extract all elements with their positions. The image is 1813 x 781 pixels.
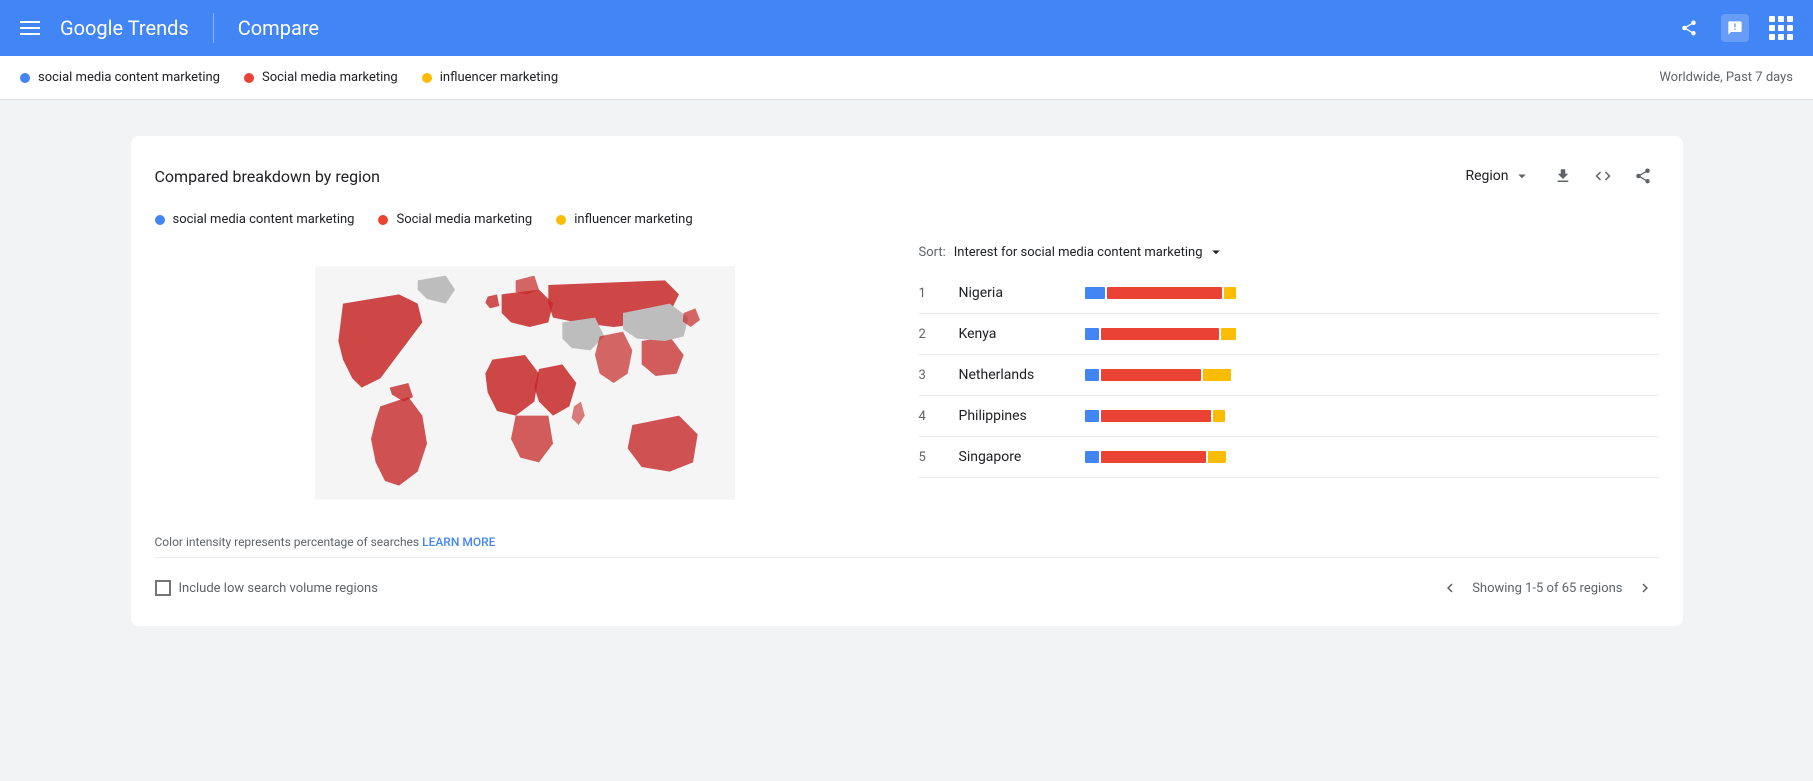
header-divider xyxy=(213,13,214,43)
legend-bar: social media content marketing Social me… xyxy=(0,56,1813,100)
legend-label-1: social media content marketing xyxy=(38,70,220,85)
card-legend-dot-1 xyxy=(155,215,165,225)
pagination-text: Showing 1-5 of 65 regions xyxy=(1472,581,1622,596)
legend-dot-3 xyxy=(422,73,432,83)
card-legend: social media content marketing Social me… xyxy=(155,212,1659,227)
sort-row: Sort: Interest for social media content … xyxy=(919,243,1659,261)
sort-chevron-icon xyxy=(1207,243,1225,261)
learn-more-link[interactable]: LEARN MORE xyxy=(422,535,495,549)
legend-label-2: Social media marketing xyxy=(262,70,398,85)
sort-select[interactable]: Interest for social media content market… xyxy=(954,243,1225,261)
card-legend-label-1: social media content marketing xyxy=(173,212,355,227)
country-singapore: Singapore xyxy=(959,449,1069,465)
country-kenya: Kenya xyxy=(959,326,1069,342)
region-table: 1 Nigeria 2 Kenya 3 Netherlands 4 Philippines 5 S… xyxy=(919,273,1659,478)
filter-label: Worldwide, Past 7 days xyxy=(1659,70,1793,85)
map-container xyxy=(155,243,895,523)
card-legend-label-2: Social media marketing xyxy=(396,212,532,227)
blue-bar xyxy=(1085,287,1105,299)
region-row-1: 1 Nigeria xyxy=(919,273,1659,314)
yellow-bar xyxy=(1224,287,1236,299)
card-legend-item-3: influencer marketing xyxy=(556,212,692,227)
yellow-bar xyxy=(1208,451,1226,463)
yellow-bar xyxy=(1213,410,1225,422)
breakdown-card: Compared breakdown by region Region xyxy=(131,136,1683,626)
share-icon[interactable] xyxy=(1673,12,1705,44)
country-netherlands: Netherlands xyxy=(959,367,1069,383)
checkbox-label: Include low search volume regions xyxy=(179,581,378,596)
chevron-down-icon xyxy=(1513,167,1531,185)
pagination: Showing 1-5 of 65 regions xyxy=(1436,574,1658,602)
region-select[interactable]: Region xyxy=(1457,163,1538,189)
card-legend-dot-2 xyxy=(378,215,388,225)
header-actions xyxy=(1673,12,1797,44)
world-map xyxy=(315,253,735,513)
legend-label-3: influencer marketing xyxy=(440,70,558,85)
header: Google Trends Compare xyxy=(0,0,1813,56)
table-area: Sort: Interest for social media content … xyxy=(919,243,1659,549)
feedback-icon[interactable] xyxy=(1721,14,1749,42)
download-icon[interactable] xyxy=(1547,160,1579,192)
region-row-4: 4 Philippines xyxy=(919,396,1659,437)
legend-item-1: social media content marketing xyxy=(20,70,220,85)
legend-item-2: Social media marketing xyxy=(244,70,398,85)
map-area: Color intensity represents percentage of… xyxy=(155,243,895,549)
logo-text: Google Trends xyxy=(60,16,189,40)
apps-icon[interactable] xyxy=(1765,12,1797,44)
next-page-button[interactable] xyxy=(1631,574,1659,602)
card-legend-item-1: social media content marketing xyxy=(155,212,355,227)
bar-container-philippines xyxy=(1085,410,1659,422)
yellow-bar xyxy=(1203,369,1231,381)
card-footer: Include low search volume regions Showin… xyxy=(155,557,1659,602)
checkbox-area: Include low search volume regions xyxy=(155,580,378,596)
legend-dot-1 xyxy=(20,73,30,83)
region-label: Region xyxy=(1465,168,1508,184)
red-bar xyxy=(1101,369,1201,381)
country-nigeria: Nigeria xyxy=(959,285,1069,301)
red-bar xyxy=(1107,287,1222,299)
bar-container-netherlands xyxy=(1085,369,1659,381)
rank-3: 3 xyxy=(919,368,943,383)
region-row-2: 2 Kenya xyxy=(919,314,1659,355)
region-row-5: 5 Singapore xyxy=(919,437,1659,478)
card-legend-item-2: Social media marketing xyxy=(378,212,532,227)
card-actions: Region xyxy=(1457,160,1658,192)
rank-5: 5 xyxy=(919,450,943,465)
rank-4: 4 xyxy=(919,409,943,424)
legend-dot-2 xyxy=(244,73,254,83)
rank-2: 2 xyxy=(919,327,943,342)
card-legend-dot-3 xyxy=(556,215,566,225)
menu-icon[interactable] xyxy=(16,17,44,39)
share-card-icon[interactable] xyxy=(1627,160,1659,192)
compare-title: Compare xyxy=(238,16,319,40)
red-bar xyxy=(1101,451,1206,463)
embed-icon[interactable] xyxy=(1587,160,1619,192)
blue-bar xyxy=(1085,451,1099,463)
sort-label: Sort: xyxy=(919,245,946,260)
region-row-3: 3 Netherlands xyxy=(919,355,1659,396)
card-header: Compared breakdown by region Region xyxy=(155,160,1659,192)
sort-value: Interest for social media content market… xyxy=(954,245,1203,260)
card-legend-label-3: influencer marketing xyxy=(574,212,692,227)
yellow-bar xyxy=(1221,328,1236,340)
rank-1: 1 xyxy=(919,286,943,301)
map-note: Color intensity represents percentage of… xyxy=(155,535,895,549)
content-area: Color intensity represents percentage of… xyxy=(155,243,1659,549)
low-volume-checkbox[interactable] xyxy=(155,580,171,596)
logo: Google Trends xyxy=(60,16,189,40)
country-philippines: Philippines xyxy=(959,408,1069,424)
blue-bar xyxy=(1085,410,1099,422)
bar-container-singapore xyxy=(1085,451,1659,463)
main-content: Compared breakdown by region Region xyxy=(107,100,1707,642)
bar-container-nigeria xyxy=(1085,287,1659,299)
legend-item-3: influencer marketing xyxy=(422,70,558,85)
blue-bar xyxy=(1085,328,1099,340)
bar-container-kenya xyxy=(1085,328,1659,340)
prev-page-button[interactable] xyxy=(1436,574,1464,602)
blue-bar xyxy=(1085,369,1099,381)
card-title: Compared breakdown by region xyxy=(155,167,380,186)
red-bar xyxy=(1101,410,1211,422)
map-note-text: Color intensity represents percentage of… xyxy=(155,535,420,549)
red-bar xyxy=(1101,328,1219,340)
